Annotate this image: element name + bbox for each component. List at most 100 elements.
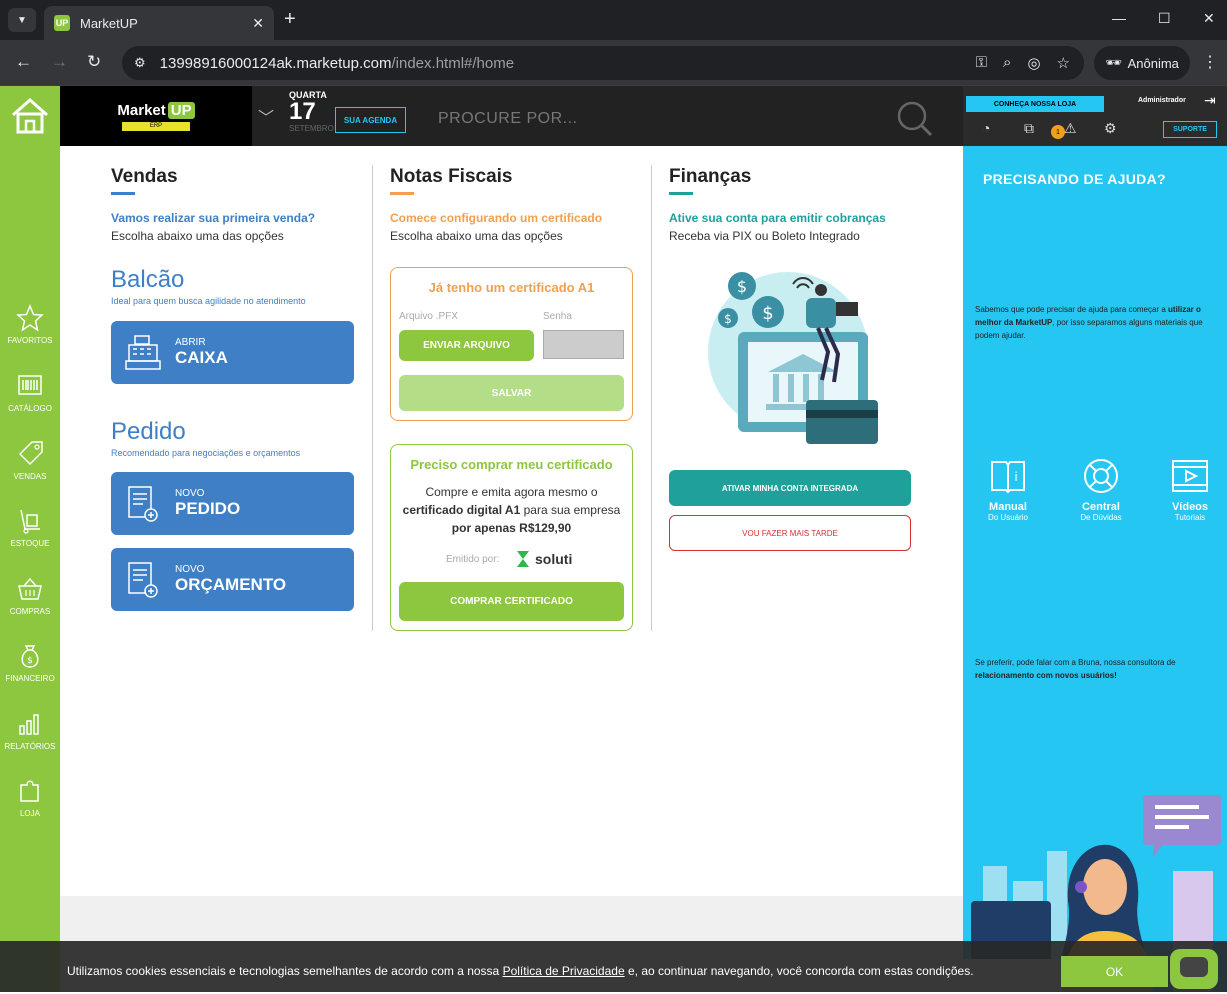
fazer-depois-button[interactable]: VOU FAZER MAIS TARDE [669,515,911,551]
logo-text: Market [117,101,166,119]
videos-link[interactable]: Vídeos Tutoriais [1155,456,1225,522]
column-divider [372,165,373,631]
sidebar-item-label: FAVORITOS [7,336,53,345]
help-intro-a: Sabemos que pode precisar de ajuda para … [975,305,1169,314]
help-panel [963,146,1227,992]
svg-text:$: $ [737,277,747,296]
menu-icon[interactable]: ⋮ [1202,52,1218,72]
browser-tab[interactable]: UP MarketUP ✕ [44,6,274,40]
warning-icon[interactable]: ⚠ [1064,120,1077,137]
admin-label[interactable]: Administrador [1138,97,1186,104]
hand-truck-icon [20,509,40,534]
marketup-logo[interactable]: Market UP ERP [60,86,252,146]
notas-question: Comece configurando um certificado [390,211,603,225]
caixa-small: ABRIR [175,337,206,348]
central-link[interactable]: Central De Dúvidas [1066,456,1136,522]
enviar-arquivo-button[interactable]: ENVIAR ARQUIVO [399,330,534,361]
novo-orcamento-large: ORÇAMENTO [175,575,287,594]
novo-pedido-large: PEDIDO [175,499,241,518]
senha-field[interactable] [543,330,624,359]
key-icon[interactable]: ⚿ [976,54,987,72]
reload-icon[interactable]: ↻ [87,52,101,72]
star-icon[interactable]: ☆ [1057,54,1070,72]
cert-buy-line2-bold: certificado digital A1 [402,503,521,517]
chat-button[interactable] [1170,949,1218,989]
search-input[interactable]: PROCURE POR... [438,110,577,128]
forward-icon[interactable]: → [51,52,68,72]
sidebar-item-compras[interactable]: COMPRAS [0,575,60,616]
help-bruna-a: Se preferir, pode falar com a Bruna, nos… [975,658,1176,667]
novo-pedido-button[interactable]: NOVO PEDIDO [111,472,354,535]
money-bag-icon: $ [21,645,39,668]
financas-question: Ative sua conta para emitir cobranças [669,211,886,225]
search-icon[interactable] [896,100,934,138]
agenda-button[interactable]: SUA AGENDA [335,107,406,133]
privacy-policy-link[interactable]: Política de Privacidade [503,964,625,978]
vendas-title: Vendas [111,166,178,187]
incognito-badge[interactable]: 🕶 Anônima [1094,46,1190,80]
puzzle-icon[interactable]: ⧉ [1024,120,1034,137]
home-button[interactable] [0,86,60,146]
conheca-loja-button[interactable]: CONHEÇA NOSSA LOJA [966,96,1104,112]
central-title: Central [1082,501,1120,513]
title-underline [390,192,414,195]
sidebar-item-label: RELATÓRIOS [4,742,56,751]
cert-buy-line2: certificado digital A1 para sua empresa [391,503,632,517]
arquivo-label: Arquivo .PFX [399,311,458,322]
ativar-conta-button[interactable]: ATIVAR MINHA CONTA INTEGRADA [669,470,911,506]
document-add-icon [128,485,158,522]
soluti-text: soluti [535,551,573,567]
maximize-icon[interactable]: ☐ [1158,10,1171,27]
salvar-button[interactable]: SALVAR [399,375,624,411]
site-info-icon[interactable]: ⚙ [134,55,146,71]
cookie-ok-button[interactable]: OK [1061,956,1168,987]
close-icon[interactable]: ✕ [252,15,264,32]
month: SETEMBRO [289,124,334,133]
novo-orcamento-button[interactable]: NOVO ORÇAMENTO [111,548,354,611]
dashboard-icon[interactable]: ◔ [982,120,990,136]
cert-buy-box: Preciso comprar meu certificado Compre e… [390,444,633,631]
notas-subtitle: Escolha abaixo uma das opções [390,229,563,243]
tab-search-button[interactable]: ▼ [8,8,36,32]
date-display: QUARTA 17 SETEMBRO [289,90,334,133]
sidebar-item-catalogo[interactable]: CATÁLOGO [0,372,60,413]
svg-text:$: $ [762,303,773,324]
new-tab-button[interactable]: + [284,8,296,31]
financas-title: Finanças [669,166,752,187]
help-bruna: Se preferir, pode falar com a Bruna, nos… [975,656,1220,682]
address-bar[interactable]: ⚙ 13998916000124ak.marketup.com/index.ht… [122,46,1084,80]
back-icon[interactable]: ← [15,52,32,72]
column-divider [651,165,652,631]
cert-upload-box: Já tenho um certificado A1 Arquivo .PFX … [390,267,633,421]
sidebar-item-financeiro[interactable]: $ FINANCEIRO [0,642,60,683]
sidebar-item-loja[interactable]: LOJA [0,777,60,818]
eye-off-icon[interactable]: ◎ [1027,54,1040,72]
financas-subtitle: Receba via PIX ou Boleto Integrado [669,229,860,243]
cookie-text-after: e, ao continuar navegando, você concorda… [624,964,974,978]
sidebar-item-estoque[interactable]: ESTOQUE [0,507,60,548]
sidebar-item-relatorios[interactable]: RELATÓRIOS [0,710,60,751]
puzzle-icon [20,780,39,802]
window-close-icon[interactable]: ✕ [1203,10,1215,27]
minimize-icon[interactable]: — [1112,10,1126,26]
logout-icon[interactable]: ⇥ [1204,92,1216,109]
chevron-down-icon[interactable]: ﹀ [258,104,274,128]
sidebar-item-label: VENDAS [13,472,47,481]
title-underline [669,192,693,195]
caixa-large: CAIXA [175,348,228,367]
sidebar-item-favoritos[interactable]: FAVORITOS [0,304,60,345]
cert-buy-title: Preciso comprar meu certificado [410,457,613,472]
chat-icon [1180,957,1208,977]
banking-illustration: $ $ $ [708,272,878,444]
zoom-icon[interactable]: ⌕ [1003,54,1011,72]
senha-label: Senha [543,311,572,322]
gear-icon[interactable]: ⚙ [1104,120,1117,137]
emitido-label: Emitido por: [446,554,500,565]
novo-pedido-small: NOVO [175,488,205,499]
manual-link[interactable]: i Manual Do Usuário [973,456,1043,522]
support-button[interactable]: SUPORTE [1163,121,1217,138]
comprar-certificado-button[interactable]: COMPRAR CERTIFICADO [399,582,624,621]
tab-title: MarketUP [80,15,138,31]
abrir-caixa-button[interactable]: ABRIR CAIXA [111,321,354,384]
sidebar-item-vendas[interactable]: VENDAS [0,440,60,481]
